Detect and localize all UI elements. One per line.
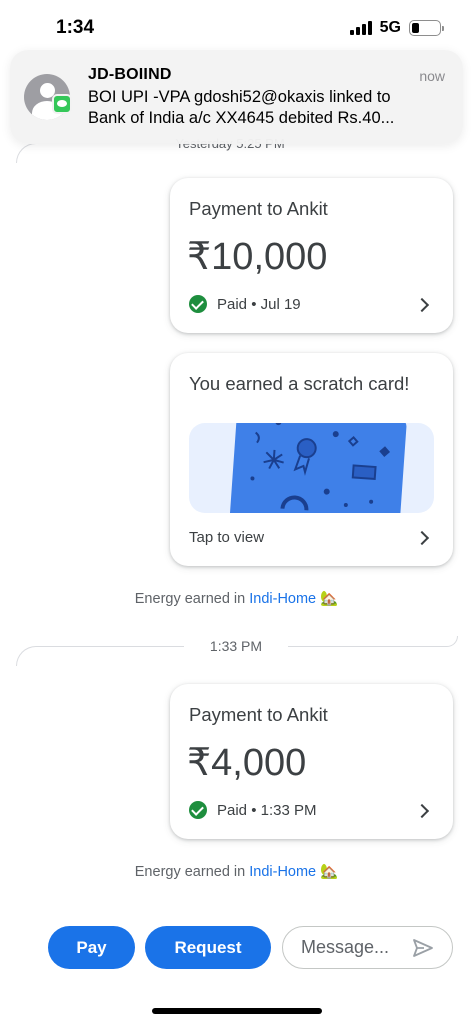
check-circle-icon xyxy=(189,295,207,313)
time-separator: 1:33 PM xyxy=(209,638,263,654)
scratch-card-image xyxy=(189,423,434,513)
battery-icon xyxy=(409,20,444,36)
notification-line-1: BOI UPI -VPA gdoshi52@okaxis linked to xyxy=(88,88,391,106)
status-indicators: 5G xyxy=(349,19,444,37)
payment-status: Paid • 1:33 PM xyxy=(189,801,316,819)
payment-card[interactable]: Payment to Ankit ₹10,000 Paid • Jul 19 xyxy=(170,178,453,333)
signal-icon xyxy=(349,21,372,35)
sms-notification[interactable]: JD-BOIIND now BOI UPI -VPA gdoshi52@okax… xyxy=(10,50,463,144)
network-type: 5G xyxy=(379,19,401,36)
check-circle-icon xyxy=(189,801,207,819)
message-input[interactable]: Message... xyxy=(282,926,453,969)
chevron-right-icon xyxy=(414,297,430,313)
separator-line-left xyxy=(16,646,184,666)
house-icon: 🏡 xyxy=(320,864,339,880)
notification-message: BOI UPI -VPA gdoshi52@okaxis linked to B… xyxy=(88,87,449,129)
energy-earned-note: Energy earned in Indi-Home 🏡 xyxy=(0,590,473,607)
energy-earned-note: Energy earned in Indi-Home 🏡 xyxy=(0,863,473,880)
scratch-card-reward[interactable]: You earned a scratch card! Tap to view xyxy=(170,353,453,566)
payment-status-text: Paid • 1:33 PM xyxy=(217,801,317,819)
house-icon: 🏡 xyxy=(320,591,339,607)
energy-prefix: Energy earned in xyxy=(134,864,250,880)
home-indicator[interactable] xyxy=(152,1008,322,1014)
chevron-right-icon xyxy=(414,803,430,819)
status-time: 1:34 xyxy=(56,17,95,38)
indi-home-link[interactable]: Indi-Home xyxy=(249,864,316,880)
scratch-title: You earned a scratch card! xyxy=(189,373,410,394)
payment-amount: ₹4,000 xyxy=(187,742,307,784)
notification-time: now xyxy=(419,68,445,84)
payment-title: Payment to Ankit xyxy=(189,704,328,725)
send-icon[interactable] xyxy=(412,938,434,958)
indi-home-link[interactable]: Indi-Home xyxy=(249,591,316,607)
pay-button[interactable]: Pay xyxy=(48,926,135,969)
scratch-card-graphic xyxy=(229,423,407,513)
message-placeholder: Message... xyxy=(301,937,390,957)
chevron-right-icon xyxy=(414,530,430,546)
messages-app-icon xyxy=(52,94,72,114)
payment-status-text: Paid • Jul 19 xyxy=(217,295,301,313)
notification-line-2: Bank of India a/c XX4645 debited Rs.40..… xyxy=(88,109,395,127)
energy-prefix: Energy earned in xyxy=(134,591,250,607)
scratch-action: Tap to view xyxy=(189,529,265,546)
payment-status: Paid • Jul 19 xyxy=(189,295,301,313)
separator-line-right xyxy=(288,636,458,647)
payment-title: Payment to Ankit xyxy=(189,198,328,219)
notification-sender: JD-BOIIND xyxy=(88,66,172,83)
request-button[interactable]: Request xyxy=(145,926,271,969)
payment-amount: ₹10,000 xyxy=(187,236,328,278)
payment-card[interactable]: Payment to Ankit ₹4,000 Paid • 1:33 PM xyxy=(170,684,453,839)
